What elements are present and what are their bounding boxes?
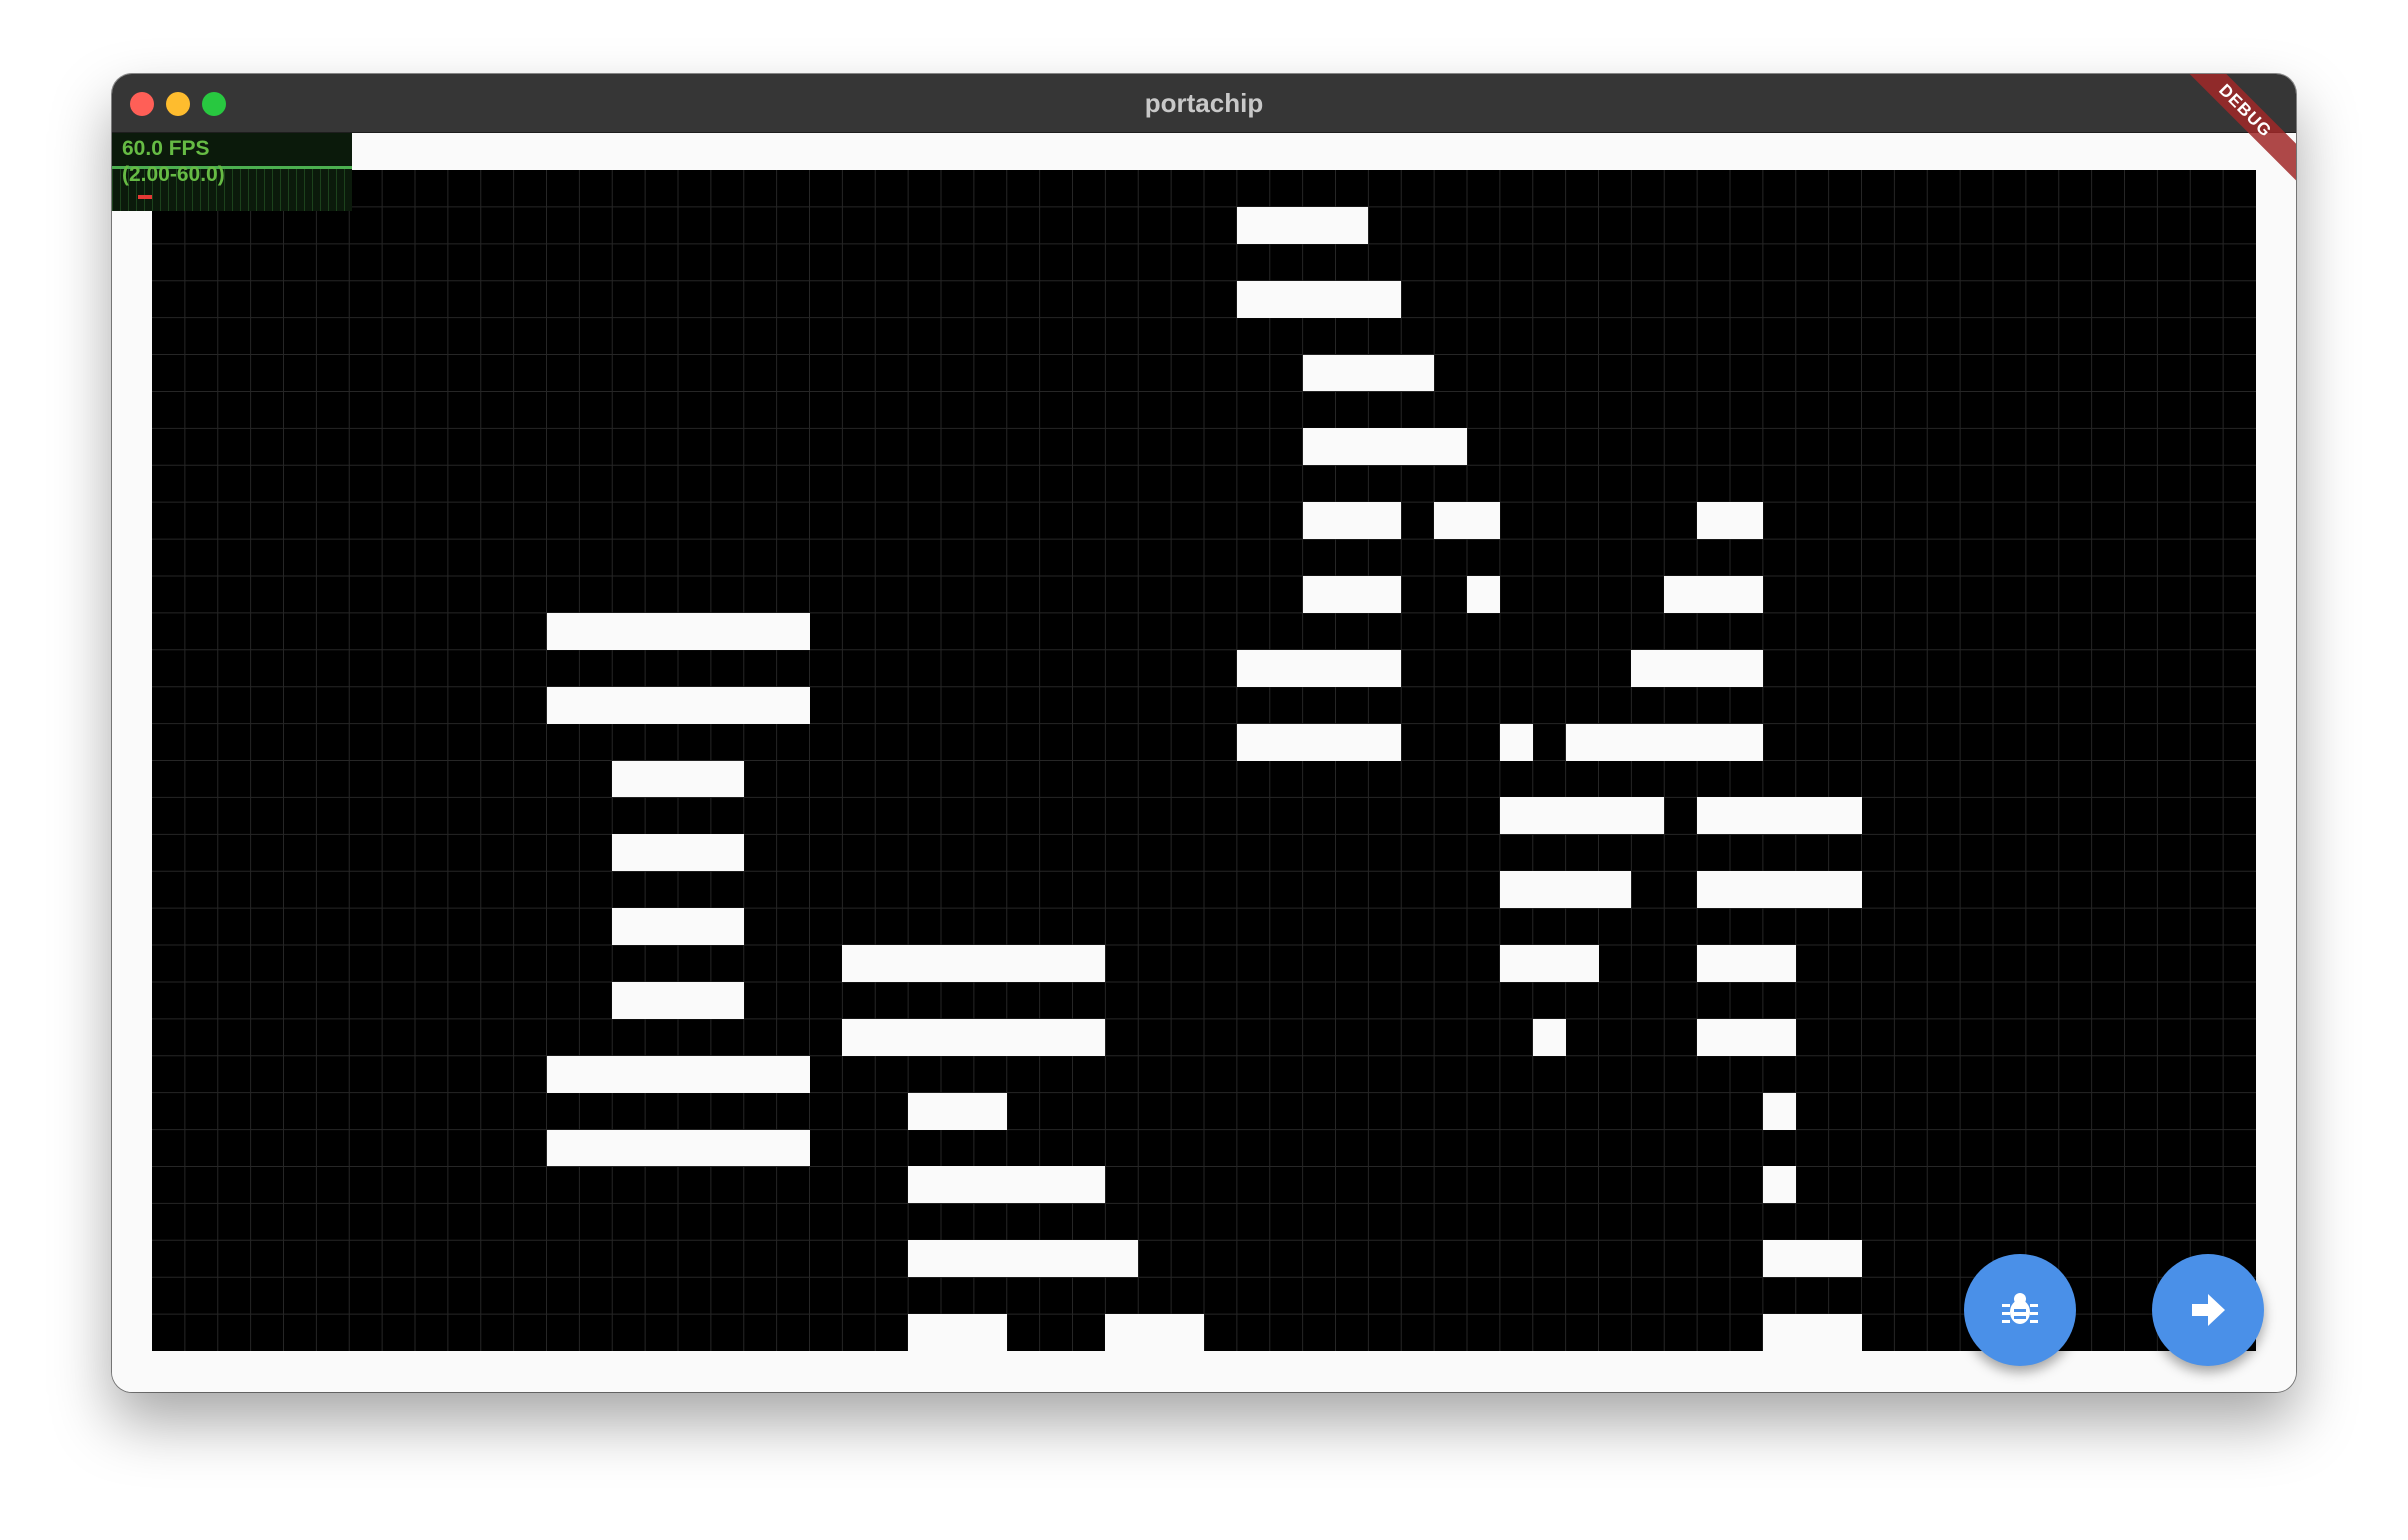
lit-pixel-run xyxy=(1302,354,1435,392)
lit-pixel-run xyxy=(546,612,810,650)
lit-pixel-run xyxy=(1499,797,1665,835)
lit-pixel-run xyxy=(1697,797,1862,835)
debug-button[interactable] xyxy=(1964,1254,2076,1366)
chip8-display xyxy=(152,170,2256,1351)
lit-pixel-run xyxy=(1236,649,1402,687)
lit-pixel-run xyxy=(612,908,744,946)
lit-pixel-run xyxy=(1762,1166,1796,1204)
lit-pixel-run xyxy=(1105,1314,1204,1351)
lit-pixel-run xyxy=(612,834,744,872)
lit-pixel-run xyxy=(908,1092,1007,1130)
lit-pixel-run xyxy=(1236,206,1369,244)
lit-pixel-run xyxy=(546,1129,810,1167)
performance-overlay: 60.0 FPS (2.00-60.0) xyxy=(112,133,352,211)
lit-pixel-run xyxy=(1631,649,1763,687)
lit-pixel-run xyxy=(1236,723,1402,761)
lit-pixel-run xyxy=(1762,1092,1796,1130)
lit-pixel-run xyxy=(1697,945,1796,982)
lit-pixel-run xyxy=(546,686,810,724)
step-forward-button[interactable] xyxy=(2152,1254,2264,1366)
fps-spike-marker xyxy=(138,195,152,199)
lit-pixel-run xyxy=(842,945,1106,982)
display-grid xyxy=(152,170,2256,1351)
app-content: 60.0 FPS (2.00-60.0) xyxy=(112,133,2296,1392)
lit-pixel-run xyxy=(1302,502,1402,540)
app-window: portachip 60.0 FPS (2.00-60.0) DEBUG xyxy=(112,74,2296,1392)
lit-pixel-run xyxy=(612,981,744,1019)
lit-pixel-run xyxy=(546,1055,810,1093)
lit-pixel-run xyxy=(1762,1314,1862,1351)
lit-pixel-run xyxy=(1467,575,1500,613)
lit-pixel-run xyxy=(1565,723,1763,761)
lit-pixel-run xyxy=(1499,723,1533,761)
title-bar[interactable]: portachip xyxy=(112,74,2296,133)
lit-pixel-run xyxy=(1697,502,1763,540)
lit-pixel-run xyxy=(842,1018,1106,1056)
lit-pixel-run xyxy=(1532,1018,1566,1056)
lit-pixel-run xyxy=(1697,1018,1796,1056)
lit-pixel-run xyxy=(1236,280,1402,318)
lit-pixel-run xyxy=(908,1240,1139,1278)
fps-readout: 60.0 FPS xyxy=(122,137,210,160)
arrow-right-icon xyxy=(2192,1294,2225,1326)
lit-pixel-run xyxy=(1302,575,1402,613)
lit-pixel-run xyxy=(612,760,744,798)
lit-pixel-run xyxy=(1664,575,1763,613)
lit-pixel-run xyxy=(1697,871,1862,909)
lit-pixel-run xyxy=(1434,502,1500,540)
lit-pixel-run xyxy=(1499,945,1599,982)
lit-pixel-run xyxy=(1762,1240,1862,1278)
lit-pixel-run xyxy=(1302,428,1467,466)
window-title: portachip xyxy=(1144,88,1264,118)
bug-icon xyxy=(2002,1293,2038,1324)
lit-pixel-run xyxy=(908,1314,1007,1351)
lit-pixel-run xyxy=(908,1166,1106,1204)
fps-range: (2.00-60.0) xyxy=(122,163,225,186)
lit-pixel-run xyxy=(1499,871,1632,909)
